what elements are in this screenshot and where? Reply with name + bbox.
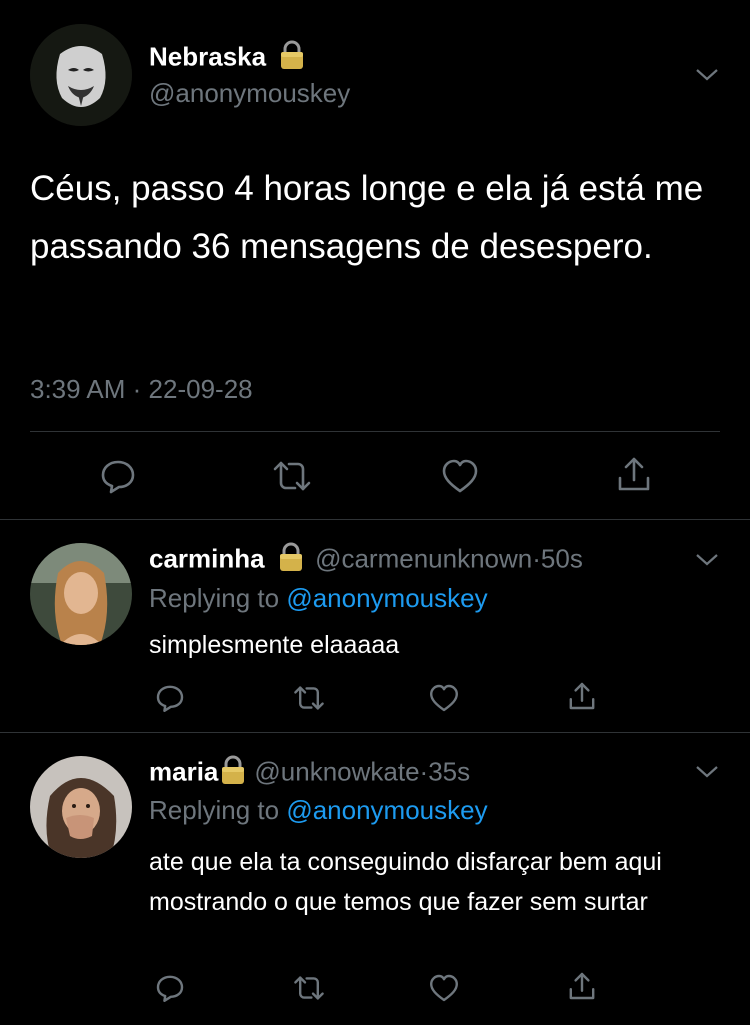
retweet-icon[interactable] [291,682,327,714]
tweet-date: 22-09-28 [148,374,253,404]
heart-icon[interactable] [428,972,460,1004]
share-icon[interactable] [566,970,598,1002]
handle[interactable]: @anonymouskey [149,78,350,109]
divider [0,732,750,733]
heart-icon[interactable] [428,682,460,714]
lock-icon [278,542,304,579]
heart-icon[interactable] [440,456,480,496]
chevron-down-icon[interactable] [693,60,721,88]
reply-age: 50s [540,543,583,574]
display-name[interactable]: carminha [149,543,265,573]
display-name[interactable]: maria [149,756,218,786]
tweet-time: 3:39 AM [30,374,126,404]
replying-to-link[interactable]: @anonymouskey [286,583,487,613]
divider [30,431,720,432]
avatar[interactable] [30,756,132,858]
separator: · [419,756,429,787]
display-name[interactable]: Nebraska [149,41,266,71]
chevron-down-icon[interactable] [693,545,721,573]
retweet-icon[interactable] [270,456,314,496]
timestamp: 3:39 AM · 22-09-28 [30,374,253,405]
replying-to-label: Replying to [149,583,280,613]
reply-icon[interactable] [154,682,186,714]
reply-icon[interactable] [154,972,186,1004]
avatar[interactable] [30,543,132,645]
share-icon[interactable] [614,454,654,494]
share-icon[interactable] [566,680,598,712]
separator: · [132,374,142,404]
lock-icon [279,40,305,77]
reply-text: simplesmente elaaaaa [149,631,400,659]
handle[interactable]: @unknowkate [254,756,419,786]
lock-icon [220,755,246,792]
separator: · [532,543,541,574]
tweet-text: Céus, passo 4 horas longe e ela já está … [30,169,704,266]
replying-to-link[interactable]: @anonymouskey [286,795,487,825]
retweet-icon[interactable] [291,972,327,1004]
avatar[interactable] [30,24,132,126]
divider [0,519,750,520]
reply-icon[interactable] [98,456,138,496]
handle[interactable]: @carmenunknown [315,543,532,573]
reply-text: ate que ela ta conseguindo disfarçar bem… [149,848,662,916]
replying-to-label: Replying to [149,795,280,825]
reply-age: 35s [428,756,471,787]
chevron-down-icon[interactable] [693,757,721,785]
